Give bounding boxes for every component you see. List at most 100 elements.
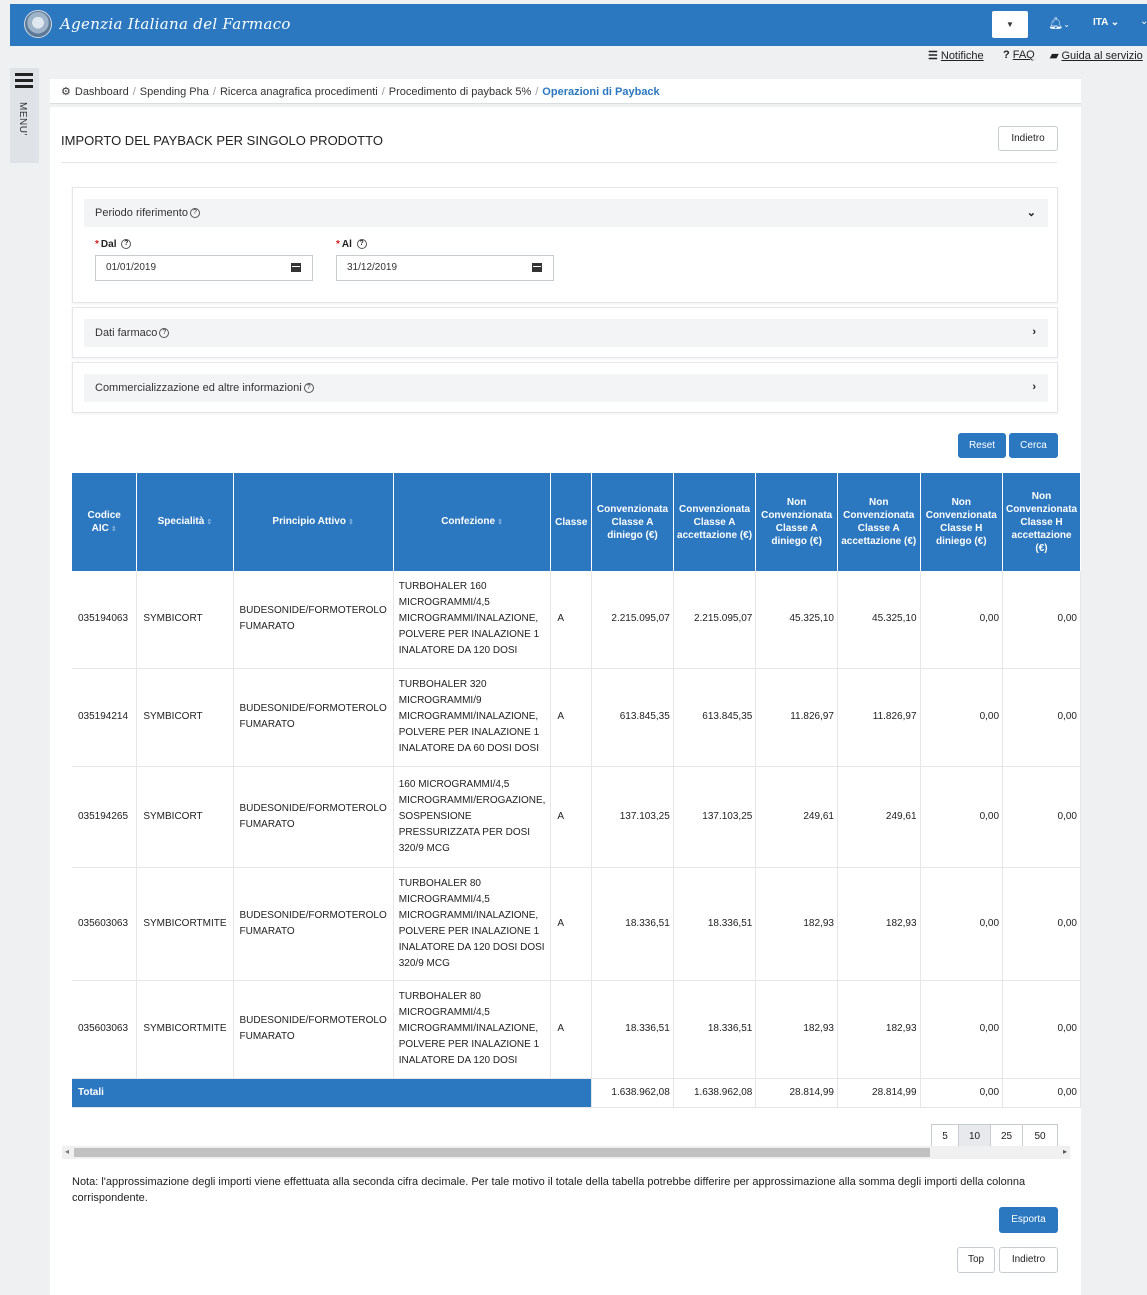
help-icon[interactable]: ? [121,239,132,250]
esporta-button[interactable]: Esporta [999,1207,1058,1233]
side-menu-toggle[interactable]: MENU' [10,68,39,163]
language-selector[interactable]: ITA ⌄ [1093,17,1119,28]
back-button-top[interactable]: Indietro [998,126,1058,151]
dati-farmaco-header[interactable]: Dati farmaco? › [84,319,1048,347]
sort-icon: ⇕ [347,519,354,526]
scroll-left-arrow-icon[interactable]: ◂ [65,1147,69,1156]
cell-amount: 18.336,51 [673,867,757,981]
commercializzazione-panel: Commercializzazione ed altre informazion… [72,362,1058,413]
cell-amount: 18.336,51 [673,980,757,1079]
al-date-input[interactable]: 31/12/2019 [336,255,522,281]
menu-label[interactable]: MENU' [17,102,28,136]
help-icon[interactable]: ? [356,239,367,250]
cell-classe: A [550,571,593,669]
calendar-icon[interactable] [280,255,313,281]
col-classe[interactable]: Classe [550,473,593,571]
col-specialita[interactable]: Specialità ⇕ [136,473,234,571]
periodo-panel: Periodo riferimento? ⌄ * Dal ? 01/01/2019… [72,187,1058,303]
cell-confezione: 160 MICROGRAMMI/4,5 MICROGRAMMI/EROGAZIO… [393,766,552,868]
cell-codice: 035194265 [72,766,138,868]
cell-amount: 2.215.095,07 [591,571,674,669]
cerca-button[interactable]: Cerca [1009,433,1058,458]
cell-amount: 182,93 [837,867,921,981]
reset-button[interactable]: Reset [958,433,1006,458]
cell-amount: 0,00 [1002,980,1081,1079]
cell-amount: 613.845,35 [591,668,674,767]
col-principio-attivo[interactable]: Principio Attivo ⇕ [233,473,394,571]
cell-amount: 0,00 [920,766,1004,868]
table-row[interactable]: 035603063 SYMBICORTMITE BUDESONIDE/FORMO… [72,980,1081,1079]
notifiche-link[interactable]: ☰ Notifiche [928,49,984,65]
table-row[interactable]: 035603063 SYMBICORTMITE BUDESONIDE/FORMO… [72,867,1081,981]
col-conv-a-diniego[interactable]: Convenzionata Classe A diniego (€) [591,473,674,571]
cell-amount: 0,00 [1002,571,1081,669]
col-confezione[interactable]: Confezione ⇕ [393,473,552,571]
table-row[interactable]: 035194214 SYMBICORT BUDESONIDE/FORMOTERO… [72,668,1081,767]
agency-logo-text[interactable]: Agenzia Italiana del Farmaco [60,15,291,33]
help-icon[interactable]: ? [189,208,200,219]
back-button-bottom[interactable]: Indietro [999,1247,1058,1273]
al-label: * Al ? [336,239,367,250]
help-icon[interactable]: ? [159,328,170,339]
cell-codice: 035603063 [72,980,138,1079]
col-nonconv-a-accettazione[interactable]: Non Convenzionata Classe A accettazione … [837,473,921,571]
cell-amount: 182,93 [755,980,838,1079]
chevron-right-icon[interactable]: › [1032,381,1036,393]
col-nonconv-a-diniego[interactable]: Non Convenzionata Classe A diniego (€) [755,473,838,571]
col-nonconv-h-accettazione[interactable]: Non Convenzionata Classe H accettazione … [1002,473,1081,571]
hamburger-icon[interactable] [15,73,33,91]
cell-principio: BUDESONIDE/FORMOTEROLO FUMARATO [233,867,394,981]
dal-date-input[interactable]: 01/01/2019 [95,255,281,281]
col-codice-aic[interactable]: Codice AIC ⇕ [72,473,138,571]
chevron-right-icon[interactable]: › [1032,326,1036,338]
total-amount: 1.638.962,08 [673,1078,757,1108]
scroll-thumb[interactable] [74,1148,930,1157]
cell-amount: 11.826,97 [755,668,838,767]
cell-amount: 0,00 [1002,668,1081,767]
dati-farmaco-panel: Dati farmaco? › [72,307,1058,358]
breadcrumb-dashboard[interactable]: Dashboard [75,86,129,98]
total-amount: 28.814,99 [837,1078,921,1108]
question-icon: ? [1003,49,1010,61]
help-icon[interactable]: ? [303,383,314,394]
table-row[interactable]: 035194063 SYMBICORT BUDESONIDE/FORMOTERO… [72,571,1081,669]
cell-amount: 613.845,35 [673,668,757,767]
chevron-down-icon[interactable]: ⌄ [1027,206,1036,219]
cell-amount: 11.826,97 [837,668,921,767]
total-amount: 1.638.962,08 [591,1078,674,1108]
bell-icon[interactable]: 🔔︎⌄ [1048,16,1070,30]
col-nonconv-h-diniego[interactable]: Non Convenzionata Classe H diniego (€) [920,473,1004,571]
col-conv-a-accettazione[interactable]: Convenzionata Classe A accettazione (€) [673,473,757,571]
breadcrumb-procedimento[interactable]: Procedimento di payback 5% [389,86,531,98]
cell-confezione: TURBOHALER 160 MICROGRAMMI/4,5 MICROGRAM… [393,571,552,669]
cell-amount: 2.215.095,07 [673,571,757,669]
divider [61,162,1057,163]
table-row[interactable]: 035194265 SYMBICORT BUDESONIDE/FORMOTERO… [72,766,1081,868]
breadcrumb: ⚙ Dashboard / Spending Pha / Ricerca anagrafi… [50,79,1081,104]
guida-link[interactable]: ▰ Guida al servizio [1050,49,1143,65]
cell-codice: 035194214 [72,668,138,767]
user-dropdown[interactable]: ▼ [992,11,1028,38]
caret-down-icon: ▼ [1006,20,1014,29]
sort-icon: ⇕ [110,525,117,533]
commercializzazione-header[interactable]: Commercializzazione ed altre informazion… [84,374,1048,402]
breadcrumb-ricerca[interactable]: Ricerca anagrafica procedimenti [220,86,378,98]
cell-amount: 182,93 [837,980,921,1079]
cell-classe: A [550,668,593,767]
chevron-down-icon[interactable]: ⌄ [1140,16,1147,27]
calendar-icon[interactable] [521,255,554,281]
periodo-header[interactable]: Periodo riferimento? ⌄ [84,199,1048,227]
horizontal-scrollbar[interactable]: ◂ ▸ [62,1146,1070,1159]
top-button[interactable]: Top [957,1247,995,1273]
faq-link[interactable]: ? FAQ [1003,49,1035,65]
cell-amount: 0,00 [920,668,1004,767]
list-icon: ☰ [928,50,938,62]
table-header-row: Codice AIC ⇕ Specialità ⇕ Principio Attivo… [72,473,1081,571]
totals-label: Totali [72,1078,593,1108]
cell-amount: 18.336,51 [591,867,674,981]
scroll-right-arrow-icon[interactable]: ▸ [1063,1147,1067,1156]
cell-amount: 0,00 [920,867,1004,981]
cell-amount: 45.325,10 [755,571,838,669]
breadcrumb-spending[interactable]: Spending Pha [140,86,209,98]
cell-amount: 18.336,51 [591,980,674,1079]
